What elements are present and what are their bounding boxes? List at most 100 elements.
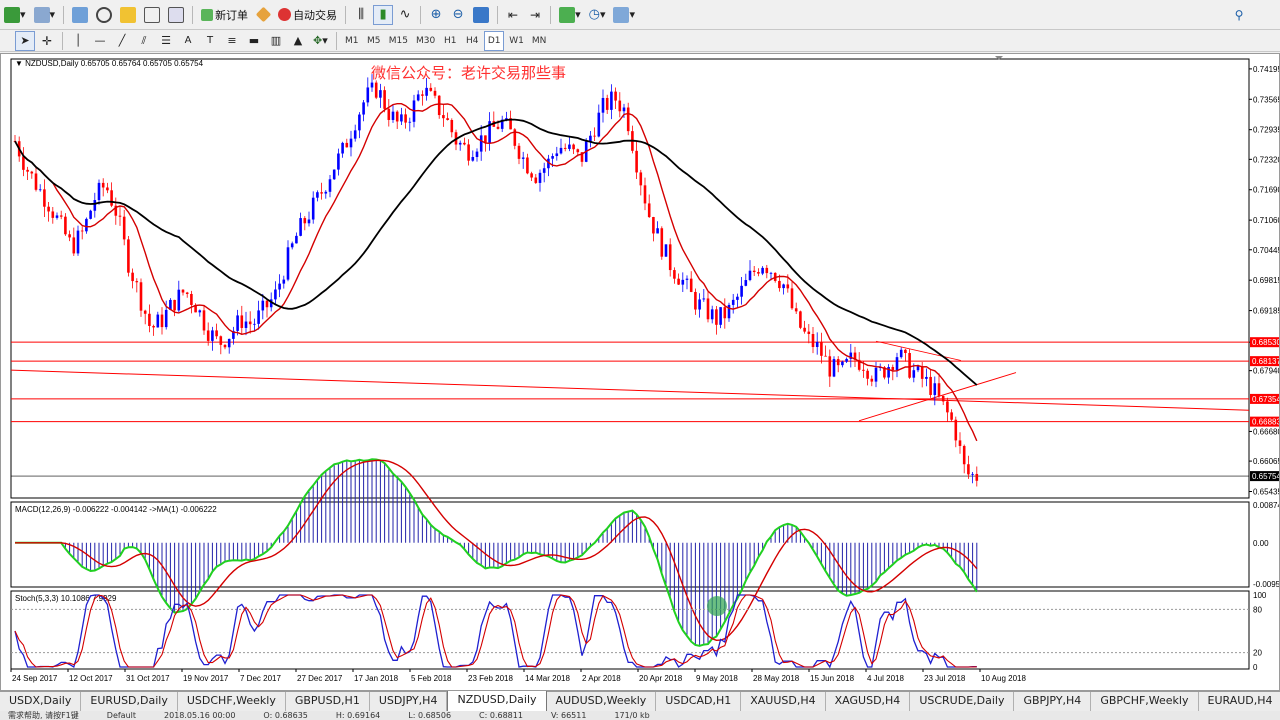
chart-tab-gbpusd-h1[interactable]: GBPUSD,H1 [286, 692, 370, 711]
fibonacci-tool[interactable]: ☰ [156, 31, 176, 51]
candle-body [320, 192, 323, 194]
channel-tool[interactable]: ⫽ [134, 31, 154, 51]
candle-chart-button[interactable]: ▮ [373, 4, 394, 25]
candle-body [206, 330, 210, 341]
chart-shift-button[interactable]: ⇥ [525, 5, 545, 25]
auto-trading-button[interactable]: 自动交易 [275, 5, 340, 25]
zoom-in-button[interactable]: ⊕ [426, 5, 446, 25]
candle-body [626, 107, 630, 132]
chart-window[interactable]: ▼ NZDUSD,Daily 0.65705 0.65764 0.65705 0… [0, 53, 1280, 691]
timeframe-m1[interactable]: M1 [342, 31, 362, 51]
candle-body [652, 217, 655, 234]
new-chart-button[interactable]: ▾ [1, 5, 29, 25]
candle-body [190, 293, 193, 305]
tester-button[interactable] [165, 5, 187, 25]
main-toolbar: ▾ ▾ 新订单 自动交易 ⫼ ▮ ∿ ⊕ ⊖ ⇤ ⇥ ▾ ◷ ▾ ▾ ⚲ [0, 0, 1280, 30]
expert-icon [255, 6, 271, 23]
candle-body [618, 100, 622, 112]
cycle-lines-tool[interactable]: ▥ [266, 31, 286, 51]
gann-tool[interactable]: ≡ [222, 31, 242, 51]
candle-body [563, 147, 567, 149]
templates-button[interactable]: ▾ [610, 5, 638, 25]
new-order-button[interactable]: 新订单 [198, 5, 251, 25]
cursor-tool[interactable]: ➤ [15, 30, 35, 51]
chart-tab-usdchf-weekly[interactable]: USDCHF,Weekly [178, 692, 286, 711]
timeframe-h4[interactable]: H4 [462, 31, 482, 51]
chart-tab-nzdusd-daily[interactable]: NZDUSD,Daily [447, 691, 547, 712]
periods-button[interactable]: ◷ ▾ [586, 5, 609, 25]
candle-body [156, 314, 160, 328]
navigator-button[interactable] [93, 5, 115, 25]
timeframe-w1[interactable]: W1 [506, 31, 527, 51]
timeframe-m15[interactable]: M15 [386, 31, 411, 51]
candle-body [786, 284, 790, 289]
chart-tab-usdjpy-h4[interactable]: USDJPY,H4 [370, 692, 448, 711]
trendline-tool[interactable]: ╱ [112, 31, 132, 51]
new-chart-icon [4, 6, 20, 23]
bar-chart-button[interactable]: ⫼ [351, 5, 371, 25]
chart-tabs: USDX,Daily EURUSD,Daily USDCHF,Weekly GBPUS… [0, 691, 1280, 712]
candle-body [958, 440, 962, 446]
level-tag-label: 0.66883 [1252, 418, 1279, 427]
candle-body [832, 359, 836, 377]
chart-tab-uscrude-daily[interactable]: USCRUDE,Daily [910, 692, 1015, 711]
vertical-line-tool[interactable]: │ [68, 31, 88, 51]
expert-button[interactable] [253, 5, 273, 25]
candle-body [135, 281, 139, 283]
terminal-button[interactable] [141, 5, 163, 25]
tile-windows-button[interactable] [470, 5, 492, 25]
candle-body [572, 144, 575, 150]
price-tick-label: 0.72935 [1253, 126, 1279, 135]
candle-body [967, 464, 970, 475]
horizontal-line-icon: — [94, 34, 106, 47]
candle-body [51, 211, 55, 218]
crosshair-tool[interactable]: ✛ [37, 31, 57, 51]
chart-canvas[interactable]: ▼ NZDUSD,Daily 0.65705 0.65764 0.65705 0… [1, 54, 1279, 690]
triangle-tool[interactable]: ▲ [288, 31, 308, 51]
favorites-button[interactable] [117, 5, 139, 25]
market-watch-button[interactable] [69, 5, 91, 25]
chart-tab-eurusd-daily[interactable]: EURUSD,Daily [81, 692, 178, 711]
timeframe-m5[interactable]: M5 [364, 31, 384, 51]
zoom-out-button[interactable]: ⊖ [448, 5, 468, 25]
candle-body [345, 142, 349, 148]
text-tool[interactable]: A [178, 31, 198, 51]
timeframe-mn[interactable]: MN [529, 31, 550, 51]
chart-tab-usdcad-h1[interactable]: USDCAD,H1 [656, 692, 742, 711]
chart-tab-euraud-h4[interactable]: EURAUD,H4 [1199, 692, 1280, 711]
chart-tab-xagusd-h4[interactable]: XAGUSD,H4 [826, 692, 911, 711]
timeframe-d1[interactable]: D1 [484, 30, 505, 51]
main-pane [10, 58, 1250, 499]
date-tick-label: 12 Oct 2017 [69, 674, 113, 683]
label-tool[interactable]: T [200, 31, 220, 51]
candle-body [463, 142, 466, 145]
candle-body [55, 215, 59, 218]
candle-body [576, 149, 580, 153]
profiles-button[interactable]: ▾ [31, 5, 59, 25]
drawing-toolbar: ➤ ✛ │ — ╱ ⫽ ☰ A T ≡ ▬ ▥ ▲ ✥ ▾ M1 M5 M15 M30 H… [0, 30, 1280, 52]
chart-tab-xauusd-h4[interactable]: XAUUSD,H4 [741, 692, 826, 711]
chart-tab-usdx-daily[interactable]: USDX,Daily [0, 692, 82, 711]
candle-body [941, 395, 945, 402]
autoscroll-icon: ⇤ [508, 7, 519, 22]
candle-body [358, 114, 361, 131]
horizontal-line-tool[interactable]: — [90, 31, 110, 51]
candle-body [668, 244, 672, 271]
triangle-lower-line [858, 372, 1017, 422]
candle-body [148, 313, 151, 326]
autoscroll-button[interactable]: ⇤ [503, 5, 523, 25]
date-tick-label: 10 Aug 2018 [981, 674, 1026, 683]
candle-body [601, 97, 605, 113]
candle-body [400, 114, 403, 122]
chart-tab-gbpjpy-h4[interactable]: GBPJPY,H4 [1014, 692, 1092, 711]
indicators-button[interactable]: ▾ [556, 5, 584, 25]
timeframe-m30[interactable]: M30 [413, 31, 438, 51]
chart-tab-audusd-weekly[interactable]: AUDUSD,Weekly [547, 692, 657, 711]
arrow-tool[interactable]: ✥ ▾ [310, 31, 331, 51]
line-chart-button[interactable]: ∿ [395, 5, 415, 25]
timeframe-h1[interactable]: H1 [440, 31, 460, 51]
search-button[interactable]: ⚲ [1229, 5, 1249, 25]
candle-body [236, 315, 239, 331]
chart-tab-gbpchf-weekly[interactable]: GBPCHF,Weekly [1091, 692, 1199, 711]
rectangle-tool[interactable]: ▬ [244, 31, 264, 51]
